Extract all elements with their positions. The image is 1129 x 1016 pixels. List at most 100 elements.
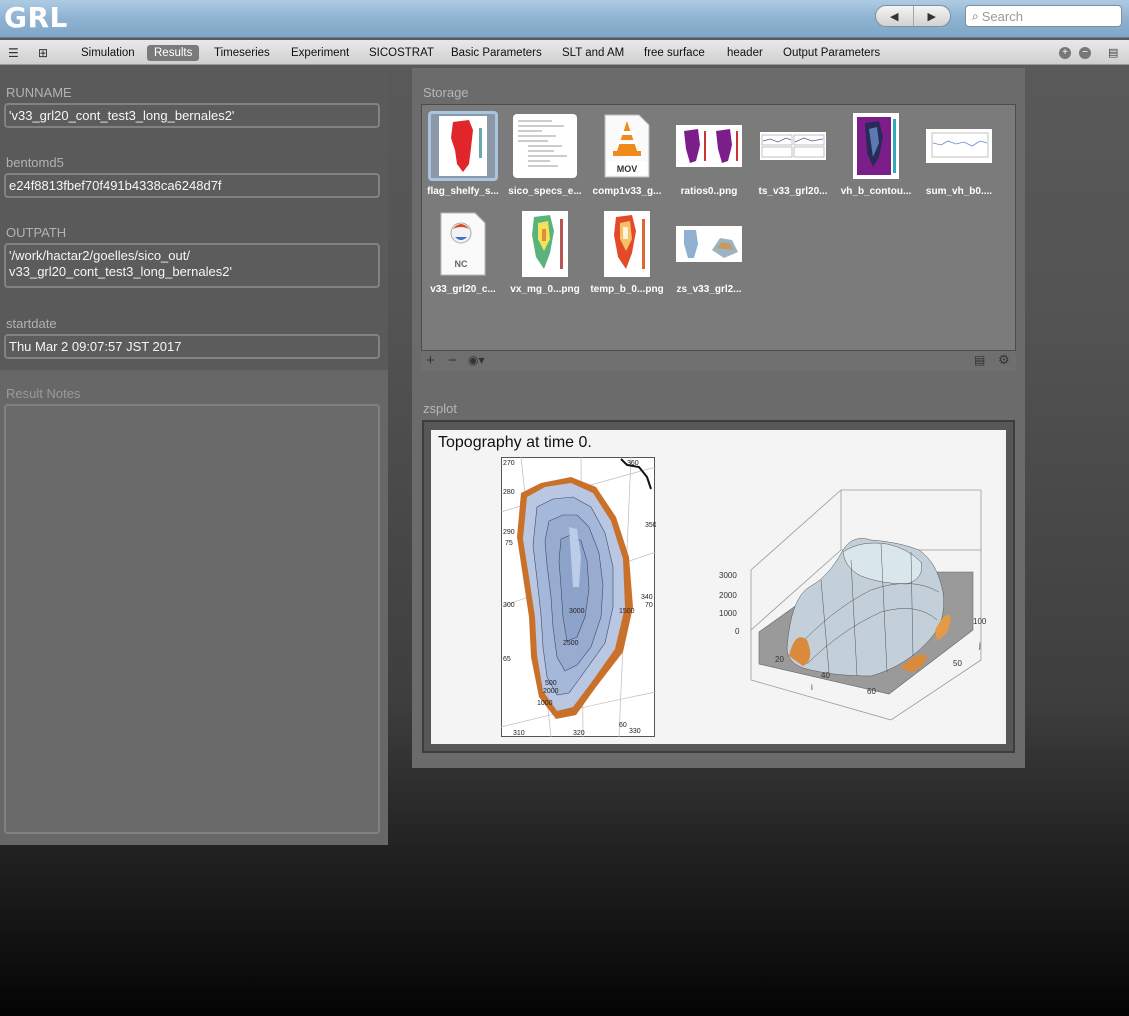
file-name: sico_specs_e... [508,186,582,197]
storage-toolbar: + − ◉▾ ▤ ⚙ [421,351,1016,371]
search-placeholder: Search [981,8,1023,24]
file-item[interactable]: sico_specs_e... [505,106,585,206]
app-title: GRL [4,1,68,34]
svg-text:2000: 2000 [543,688,559,695]
runname-field[interactable]: 'v33_grl20_cont_test3_long_bernales2' [4,103,380,128]
file-name: comp1v33_g... [592,186,662,197]
grid-view-icon[interactable]: ⊞ [38,46,48,60]
svg-text:65: 65 [503,656,511,663]
svg-text:310: 310 [513,730,525,737]
file-item[interactable]: vx_mg_0...png [505,204,585,304]
zsplot-title: Topography at time 0. [438,434,592,451]
svg-text:270: 270 [503,460,515,467]
file-item[interactable]: vh_b_contou... [836,106,916,206]
file-item[interactable]: temp_b_0...png [587,204,667,304]
zsplot-label: zsplot [423,401,457,416]
tab-experiment[interactable]: Experiment [284,45,356,61]
tab-output-parameters[interactable]: Output Parameters [776,45,887,61]
svg-text:j: j [978,641,981,650]
text-document-thumbnail [510,111,580,181]
file-name: temp_b_0...png [590,284,664,295]
svg-text:75: 75 [505,540,513,547]
runname-label: RUNNAME [6,85,72,100]
velocity-map-thumbnail [510,209,580,279]
search-icon: ⌕ [972,8,979,23]
svg-text:1000: 1000 [719,609,737,618]
svg-text:MOV: MOV [617,164,638,174]
file-item[interactable]: sum_vh_b0.... [919,106,999,206]
red-greenland-map-thumbnail [428,111,498,181]
list-view-icon[interactable]: ☰ [8,46,19,60]
outpath-label: OUTPATH [6,225,67,240]
svg-text:40: 40 [821,671,830,680]
remove-file-icon[interactable]: − [448,352,457,369]
tab-free-surface[interactable]: free surface [637,45,712,61]
file-item[interactable]: zs_v33_grl2... [669,204,749,304]
svg-text:3000: 3000 [719,571,737,580]
search-input[interactable]: ⌕ Search [965,5,1122,27]
file-item[interactable]: NC v33_grl20_c... [423,204,503,304]
svg-text:280: 280 [503,489,515,496]
list-layout-icon[interactable]: ▤ [974,353,985,367]
file-name: v33_grl20_c... [430,284,496,295]
notes-textarea[interactable] [4,404,380,834]
file-name: ts_v33_grl20... [758,186,828,197]
outpath-field[interactable]: '/work/hactar2/goelles/sico_out/ v33_grl… [4,243,380,288]
bentomd5-field[interactable]: e24f8813fbef70f491b4338ca6248d7f [4,173,380,198]
topography-map: 270 280 290 300 310 320 330 340 350 360 … [501,457,656,738]
sidebar-toggle-icon[interactable]: ▤ [1108,46,1118,59]
tab-slt-and-am[interactable]: SLT and AM [555,45,631,61]
outpath-line2: v33_grl20_cont_test3_long_bernales2' [9,264,232,279]
file-item[interactable]: ratios0..png [669,106,749,206]
topography-surface-3d: 3000 2000 1000 0 20 40 60 50 100 i j [719,489,987,721]
svg-text:0: 0 [735,627,740,636]
purple-contour-map-thumbnail [841,111,911,181]
svg-text:1000: 1000 [537,700,553,707]
tab-header[interactable]: header [720,45,770,61]
svg-text:50: 50 [953,659,962,668]
title-bar: GRL ◀ ▶ ⌕ Search [0,0,1129,38]
file-item[interactable]: ts_v33_grl20... [753,106,833,206]
tab-basic-parameters[interactable]: Basic Parameters [444,45,549,61]
file-item[interactable]: MOV comp1v33_g... [587,106,667,206]
tab-results[interactable]: Results [147,45,200,61]
svg-text:500: 500 [545,680,557,687]
tab-timeseries[interactable]: Timeseries [207,45,277,61]
svg-text:60: 60 [867,687,876,696]
add-tab-icon[interactable]: + [1059,46,1071,59]
tab-simulation[interactable]: Simulation [74,45,142,61]
svg-text:70: 70 [645,602,653,609]
svg-text:60: 60 [619,722,627,729]
bentomd5-label: bentomd5 [6,155,64,170]
purple-maps-thumbnail [674,111,744,181]
svg-text:1500: 1500 [619,608,635,615]
add-file-icon[interactable]: + [426,352,435,369]
svg-text:NC: NC [455,259,468,269]
netcdf-file-icon: NC [428,209,498,279]
file-name: flag_shelfy_s... [427,186,499,197]
svg-text:100: 100 [973,617,987,626]
startdate-field[interactable]: Thu Mar 2 09:07:57 JST 2017 [4,334,380,359]
quicklook-menu-icon[interactable]: ◉▾ [468,353,485,367]
file-name: zs_v33_grl2... [676,284,742,295]
file-name: vx_mg_0...png [510,284,580,295]
tab-sicostrat[interactable]: SICOSTRAT [362,45,441,61]
outpath-line1: '/work/hactar2/goelles/sico_out/ [9,248,190,263]
startdate-label: startdate [6,316,57,331]
gear-icon[interactable]: ⚙ [998,352,1010,368]
history-nav: ◀ ▶ [875,5,951,27]
svg-text:330: 330 [629,728,641,735]
zsplot-image: 270 280 290 300 310 320 330 340 350 360 … [431,430,1006,744]
file-name: sum_vh_b0.... [925,186,993,197]
timeseries-plots-thumbnail [758,111,828,181]
forward-button[interactable]: ▶ [912,6,951,26]
line-plot-thumbnail [924,111,994,181]
tab-bar: ☰ ⊞ Simulation Results Timeseries Experi… [0,40,1129,65]
file-item[interactable]: flag_shelfy_s... [423,106,503,206]
remove-tab-icon[interactable]: − [1079,46,1091,59]
back-button[interactable]: ◀ [876,6,913,26]
topography-plot-thumbnail [674,209,744,279]
svg-text:2500: 2500 [563,640,579,647]
svg-text:3000: 3000 [569,608,585,615]
vlc-mov-file-icon: MOV [592,111,662,181]
